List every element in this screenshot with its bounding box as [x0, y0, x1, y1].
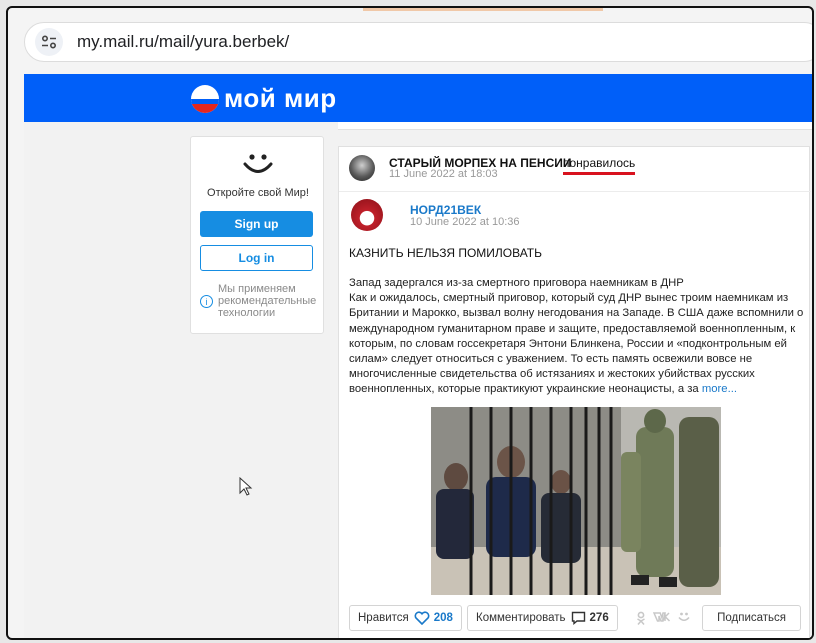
mymir-logo-icon — [191, 84, 219, 113]
logo[interactable]: мой мир — [191, 83, 337, 114]
shared-author[interactable]: НОРД21ВЕК — [410, 203, 481, 217]
signup-button[interactable]: Sign up — [200, 211, 313, 237]
post-body-rest: Как и ожидалось, смертный приговор, кото… — [349, 292, 804, 396]
vk-icon[interactable] — [653, 611, 671, 623]
post-headline: КАЗНИТЬ НЕЛЬЗЯ ПОМИЛОВАТЬ — [349, 246, 543, 260]
invite-text: Откройте свой Мир! — [207, 187, 309, 199]
comment-icon — [571, 611, 585, 625]
subscribe-button[interactable]: Подписаться — [702, 605, 801, 631]
heart-icon — [414, 611, 430, 625]
more-link[interactable]: more... — [702, 383, 737, 395]
share-icons — [635, 611, 691, 625]
settings-icon[interactable] — [35, 28, 63, 56]
cursor-icon — [239, 477, 253, 496]
feed-post: СТАРЫЙ МОРПЕХ НА ПЕНСИИ понравилось 11 J… — [338, 146, 811, 638]
shared-date[interactable]: 10 June 2022 at 10:36 — [410, 216, 519, 228]
highlight-underline — [563, 172, 635, 175]
mymir-icon[interactable] — [677, 611, 691, 623]
comment-button[interactable]: Комментировать 276 — [467, 605, 618, 631]
post-actions: Нравится 208 Комментировать 276 Подписат… — [349, 605, 809, 633]
login-button[interactable]: Log in — [200, 245, 313, 271]
shared-avatar[interactable] — [351, 199, 383, 231]
post-action: понравилось — [563, 156, 636, 170]
like-button[interactable]: Нравится 208 — [349, 605, 462, 631]
site-header: мой мир — [24, 74, 812, 122]
info-icon[interactable]: i — [200, 295, 213, 308]
url-text[interactable]: my.mail.ru/mail/yura.berbek/ — [77, 32, 289, 52]
post-date[interactable]: 11 June 2022 at 18:03 — [389, 168, 498, 180]
smile-icon — [243, 154, 273, 173]
comment-label: Комментировать — [476, 612, 566, 624]
avatar[interactable] — [349, 155, 375, 181]
post-body-first-line: Запад задергался из-за смертного пригово… — [349, 277, 684, 289]
logo-text: мой мир — [224, 83, 337, 113]
post-body: Запад задергался из-за смертного пригово… — [349, 276, 807, 398]
comment-count: 276 — [589, 612, 609, 624]
tab-indicator — [363, 8, 603, 11]
divider — [339, 191, 811, 192]
subscribe-label: Подписаться — [717, 612, 786, 624]
post-photo[interactable] — [431, 407, 721, 595]
post-header: СТАРЫЙ МОРПЕХ НА ПЕНСИИ понравилось 11 J… — [339, 147, 811, 191]
feed-top-strip — [338, 122, 812, 130]
ok-icon[interactable] — [635, 611, 647, 625]
browser-window: my.mail.ru/mail/yura.berbek/ мой мир Отк… — [6, 6, 814, 640]
address-bar[interactable]: my.mail.ru/mail/yura.berbek/ — [24, 22, 812, 62]
like-count: 208 — [433, 612, 453, 624]
recommendations-notice[interactable]: Мы применяем рекомендательные технологии — [218, 283, 322, 319]
login-sidebar: Откройте свой Мир! Sign up Log in i Мы п… — [190, 136, 324, 334]
page-content: Откройте свой Мир! Sign up Log in i Мы п… — [24, 122, 812, 638]
like-label: Нравится — [358, 612, 409, 624]
